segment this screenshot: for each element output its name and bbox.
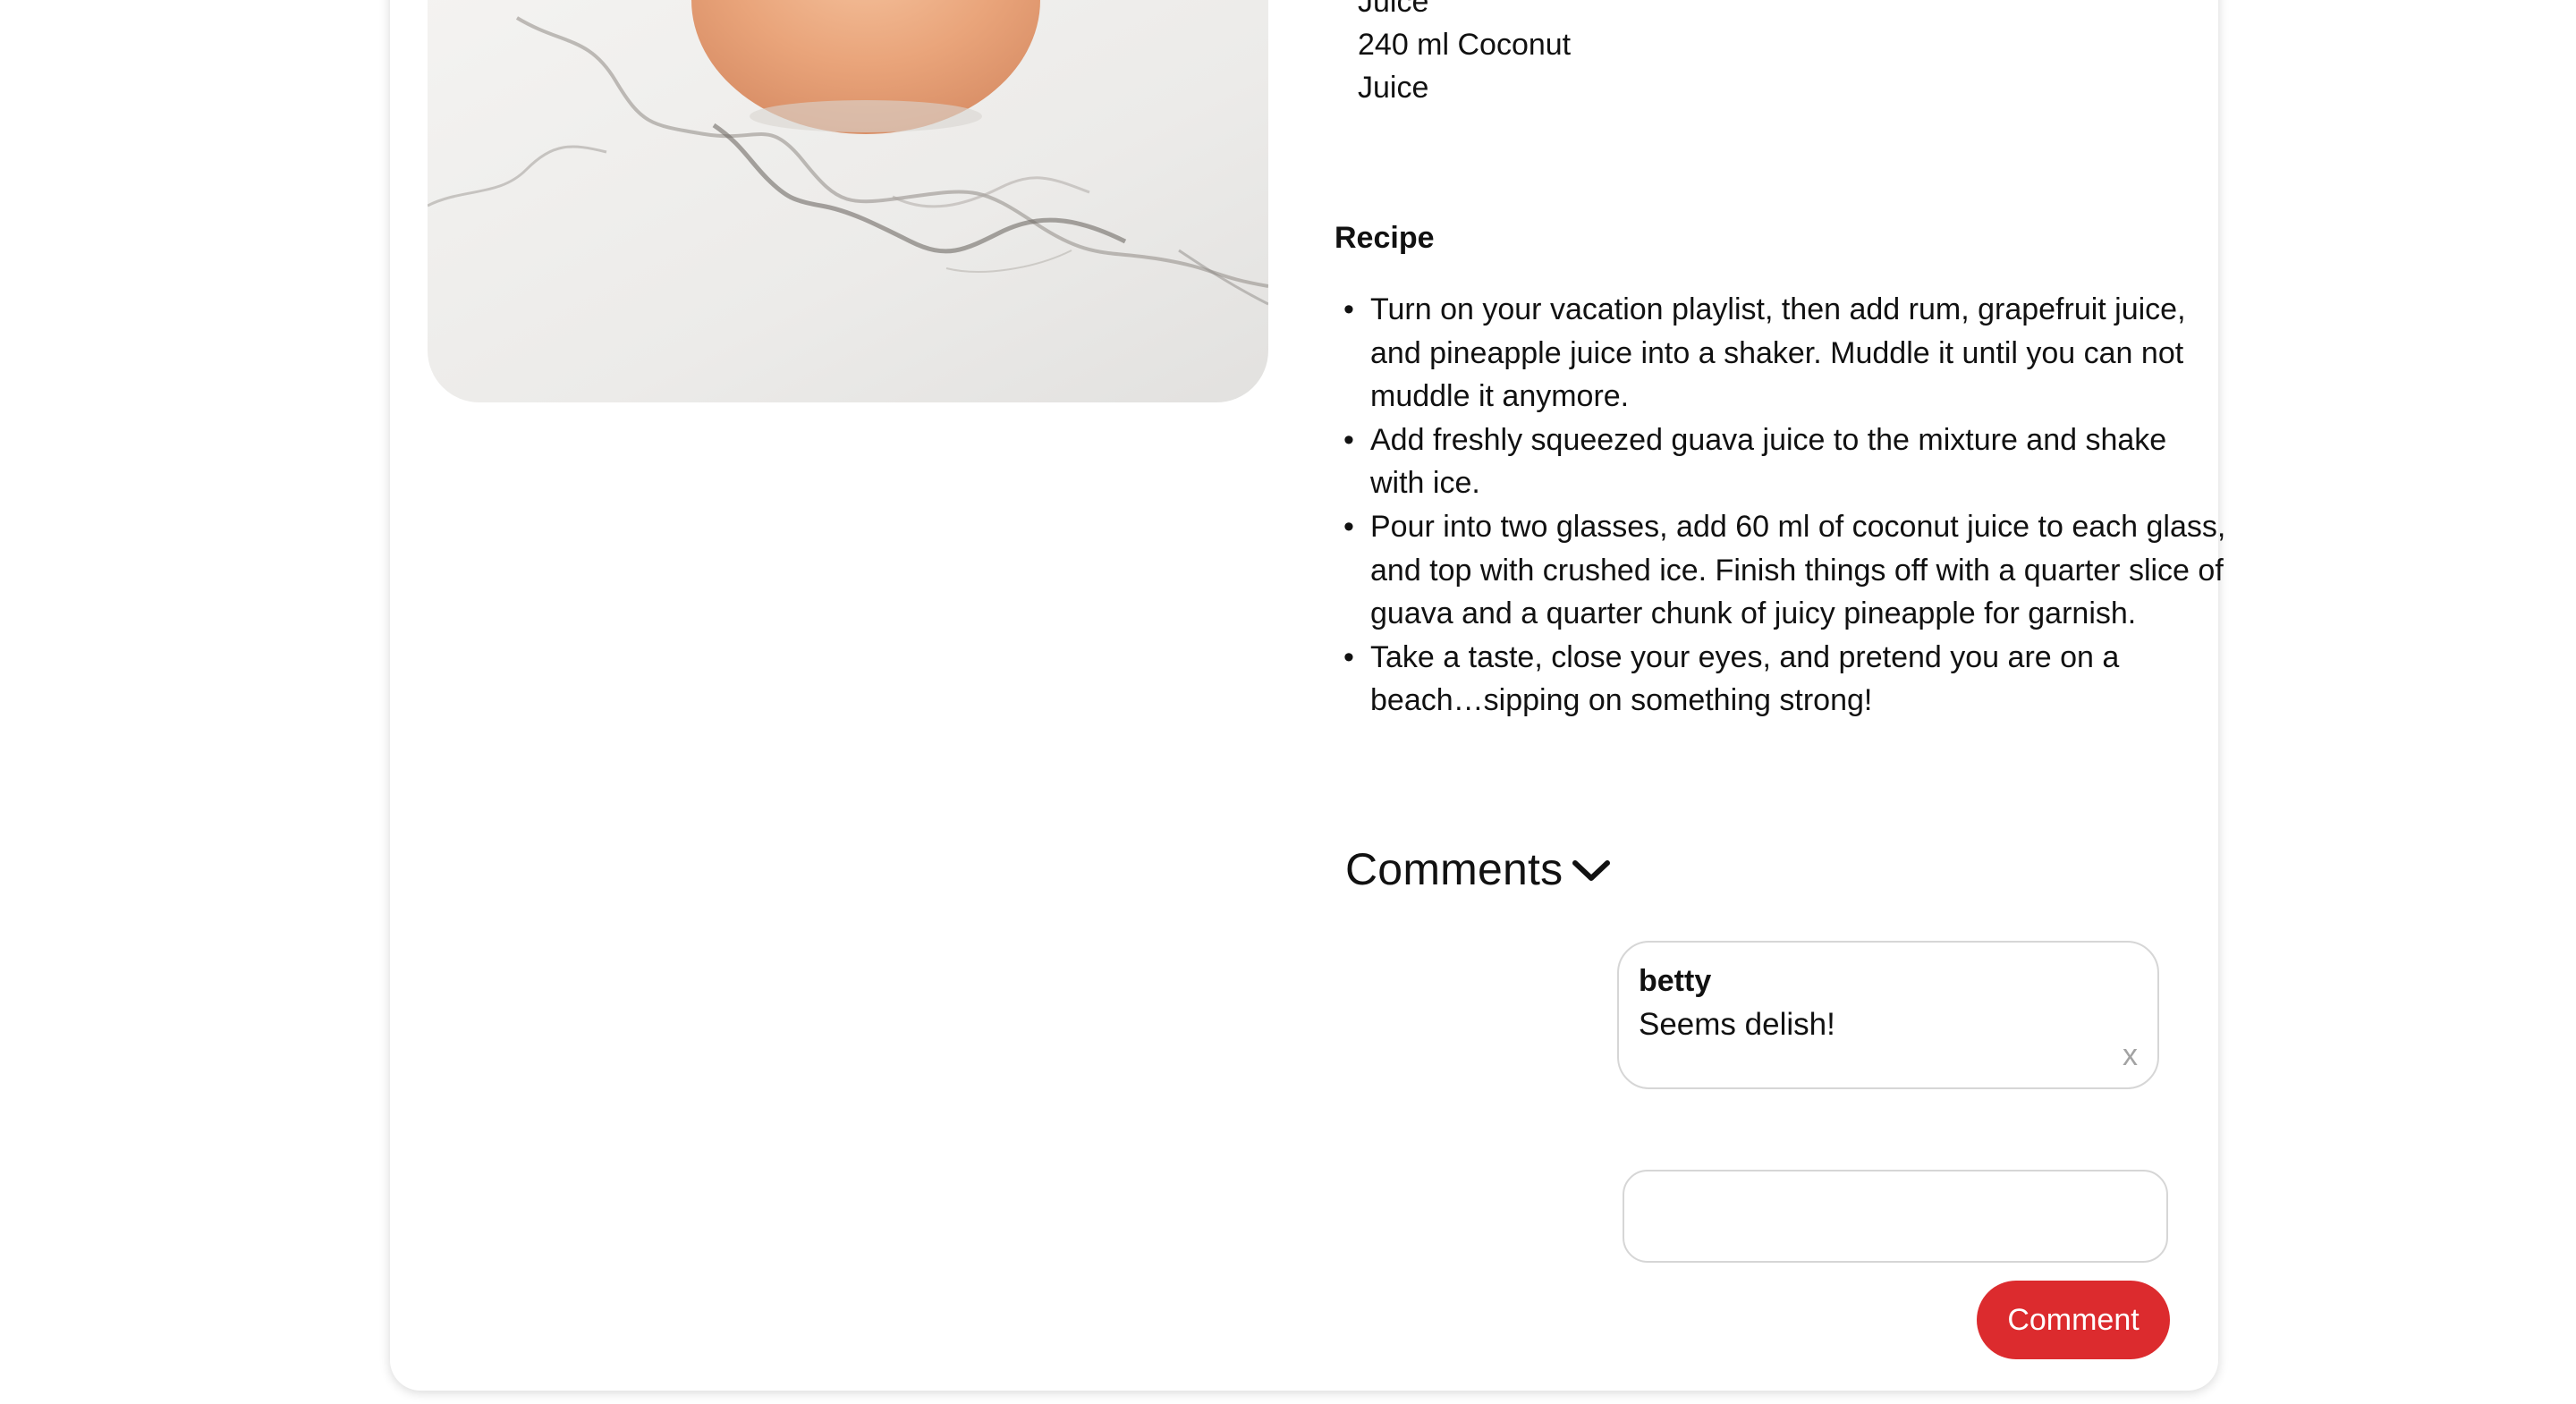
chevron-down-icon[interactable] bbox=[1572, 858, 1611, 888]
delete-comment-button[interactable]: x bbox=[2123, 1037, 2138, 1073]
bullet-icon: • bbox=[1343, 292, 1354, 326]
bullet-icon: • bbox=[1343, 639, 1354, 674]
recipe-step-text: Add freshly squeezed guava juice to the … bbox=[1370, 422, 2167, 501]
comment-submit-button[interactable]: Comment bbox=[1977, 1281, 2170, 1359]
recipe-step: • Take a taste, close your eyes, and pret… bbox=[1343, 636, 2229, 723]
ingredient-line: Juice bbox=[1358, 0, 1429, 19]
recipe-step: • Pour into two glasses, add 60 ml of coc… bbox=[1343, 505, 2229, 636]
bullet-icon: • bbox=[1343, 422, 1354, 457]
recipe-heading: Recipe bbox=[1335, 221, 1435, 255]
comment-text: Seems delish! bbox=[1639, 1007, 1835, 1042]
comments-toggle[interactable]: Comments bbox=[1345, 841, 1611, 898]
recipe-step: • Add freshly squeezed guava juice to the… bbox=[1343, 419, 2229, 505]
recipe-steps: • Turn on your vacation playlist, then ad… bbox=[1335, 288, 2229, 723]
ingredients-list: Juice 240 ml Coconut Juice bbox=[1358, 0, 1894, 109]
comments-title: Comments bbox=[1345, 844, 1563, 894]
recipe-step-text: Pour into two glasses, add 60 ml of coco… bbox=[1370, 509, 2226, 631]
recipe-step: • Turn on your vacation playlist, then ad… bbox=[1343, 288, 2229, 419]
recipe-step-text: Turn on your vacation playlist, then add… bbox=[1370, 292, 2186, 414]
comment-input[interactable] bbox=[1623, 1170, 2168, 1263]
comment-author: betty bbox=[1639, 964, 1712, 998]
recipe-step-text: Take a taste, close your eyes, and prete… bbox=[1370, 639, 2120, 718]
page: Juice 240 ml Coconut Juice Recipe • Turn … bbox=[0, 0, 2576, 1404]
bullet-icon: • bbox=[1343, 509, 1354, 544]
ingredient-line: 240 ml Coconut bbox=[1358, 28, 1572, 62]
comment-card: betty Seems delish! x bbox=[1617, 941, 2159, 1089]
ingredient-line: Juice bbox=[1358, 71, 1429, 105]
drink-photo bbox=[428, 0, 1268, 402]
